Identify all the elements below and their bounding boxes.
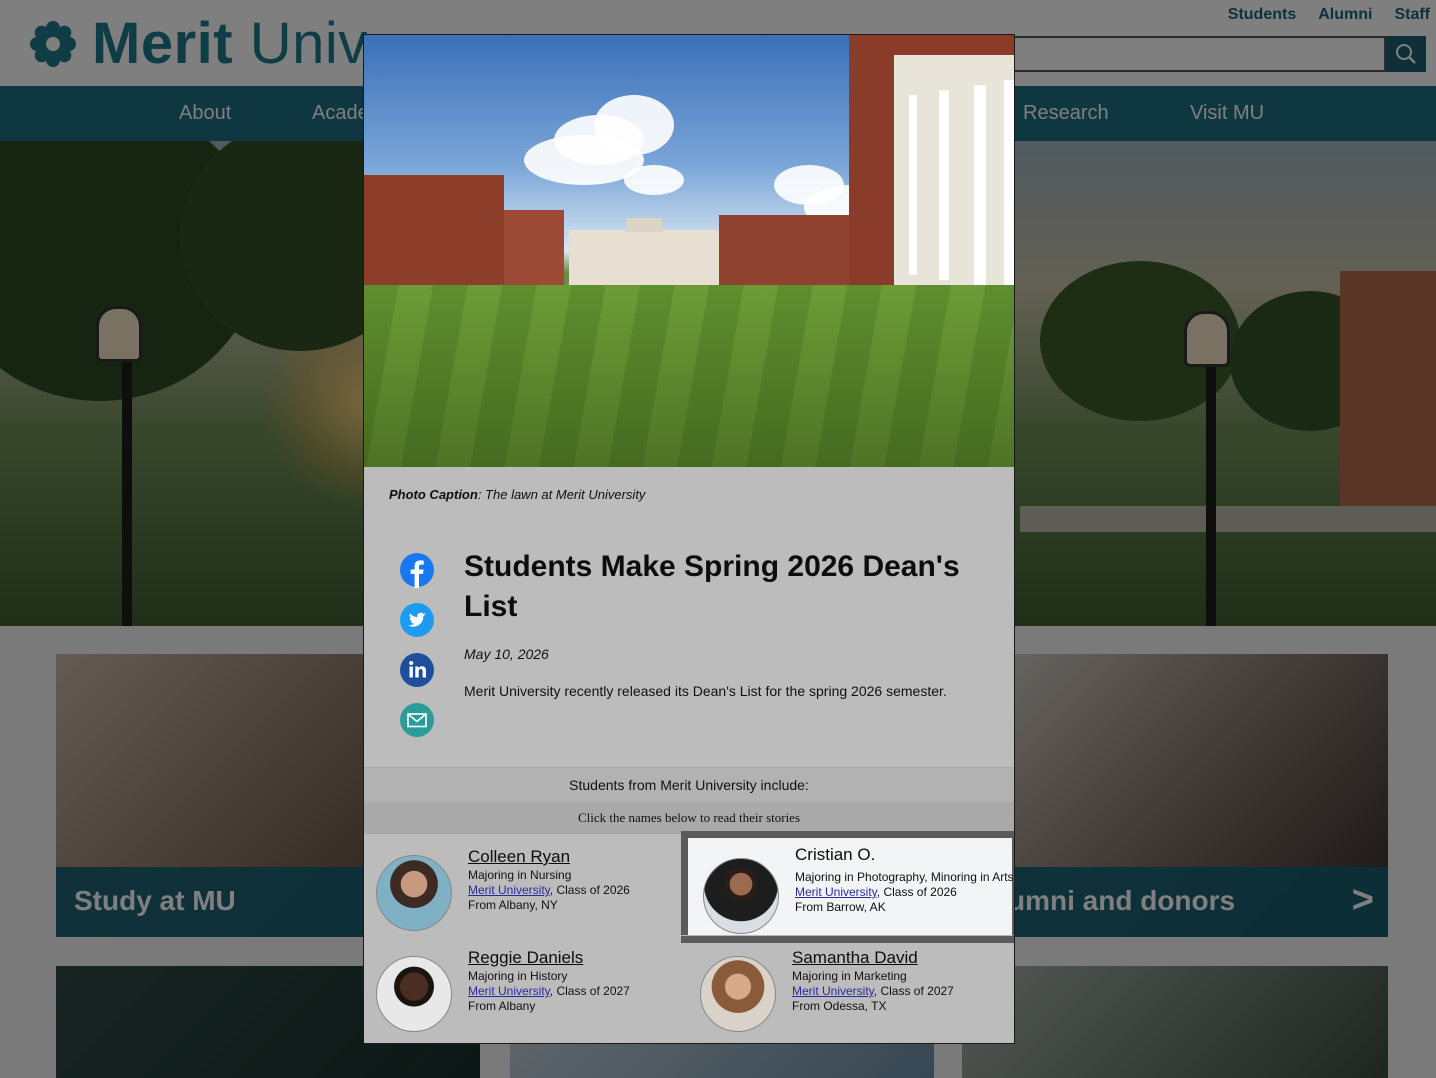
- column: [1004, 80, 1014, 285]
- merit-university-link[interactable]: Merit University: [468, 984, 550, 998]
- student-class: Merit University, Class of 2027: [468, 984, 630, 998]
- student-name-link[interactable]: Colleen Ryan: [468, 847, 570, 867]
- student-hometown: From Albany: [468, 999, 536, 1013]
- column: [939, 90, 949, 280]
- twitter-share-button[interactable]: [399, 602, 435, 638]
- student-major: Majoring in Nursing: [468, 868, 572, 882]
- click-hint-bar: Click the names below to read their stor…: [364, 802, 1014, 834]
- avatar: [376, 956, 452, 1032]
- avatar: [376, 855, 452, 931]
- merit-university-link[interactable]: Merit University: [795, 885, 877, 899]
- student-hometown: From Odessa, TX: [792, 999, 887, 1013]
- article-date: May 10, 2026: [464, 646, 549, 662]
- students-include-heading: Students from Merit University include:: [569, 777, 809, 793]
- student-hometown: From Albany, NY: [468, 898, 558, 912]
- student-class: Merit University, Class of 2026: [795, 885, 957, 899]
- student-card-cristian-o[interactable]: Cristian O. Majoring in Photography, Min…: [681, 831, 1014, 943]
- email-share-button[interactable]: [399, 702, 435, 738]
- left-building-wing: [504, 210, 564, 290]
- linkedin-icon: [400, 653, 434, 687]
- student-hometown: From Barrow, AK: [795, 900, 886, 914]
- linkedin-share-button[interactable]: [399, 652, 435, 688]
- twitter-icon: [400, 603, 434, 637]
- student-name-link[interactable]: Reggie Daniels: [468, 948, 583, 968]
- center-hall: [569, 230, 719, 290]
- left-building: [364, 175, 504, 295]
- center-hall-cupola: [626, 218, 662, 232]
- student-major: Majoring in Photography, Minoring in Art…: [795, 870, 1014, 884]
- student-name-link[interactable]: Samantha David: [792, 948, 918, 968]
- students-include-bar: Students from Merit University include:: [364, 767, 1014, 802]
- campus-lawn-photo: [364, 35, 1014, 467]
- cloud: [624, 165, 684, 195]
- student-class: Merit University, Class of 2027: [792, 984, 954, 998]
- column: [974, 85, 986, 285]
- article-modal: Photo Caption: The lawn at Merit Univers…: [363, 34, 1015, 1044]
- email-icon: [400, 703, 434, 737]
- avatar: [703, 858, 779, 934]
- column: [909, 95, 917, 275]
- facebook-share-button[interactable]: [399, 552, 435, 588]
- student-card-samantha-david[interactable]: Samantha David Majoring in Marketing Mer…: [688, 935, 1013, 1035]
- student-card-colleen-ryan[interactable]: Colleen Ryan Majoring in Nursing Merit U…: [364, 835, 689, 935]
- click-hint-text: Click the names below to read their stor…: [577, 810, 801, 825]
- student-card-reggie-daniels[interactable]: Reggie Daniels Majoring in History Merit…: [364, 935, 689, 1035]
- photo-caption: Photo Caption: The lawn at Merit Univers…: [389, 487, 646, 502]
- article-body: Merit University recently released its D…: [464, 683, 947, 699]
- student-major: Majoring in Marketing: [792, 969, 907, 983]
- avatar: [700, 956, 776, 1032]
- student-major: Majoring in History: [468, 969, 568, 983]
- article-title: Students Make Spring 2026 Dean's List: [464, 550, 960, 623]
- right-distant-building: [719, 215, 859, 290]
- lawn-shade: [364, 285, 1014, 467]
- student-name-link[interactable]: Cristian O.: [795, 845, 875, 865]
- merit-university-link[interactable]: Merit University: [468, 883, 550, 897]
- merit-university-link[interactable]: Merit University: [792, 984, 874, 998]
- facebook-icon: [400, 553, 434, 588]
- student-class: Merit University, Class of 2026: [468, 883, 630, 897]
